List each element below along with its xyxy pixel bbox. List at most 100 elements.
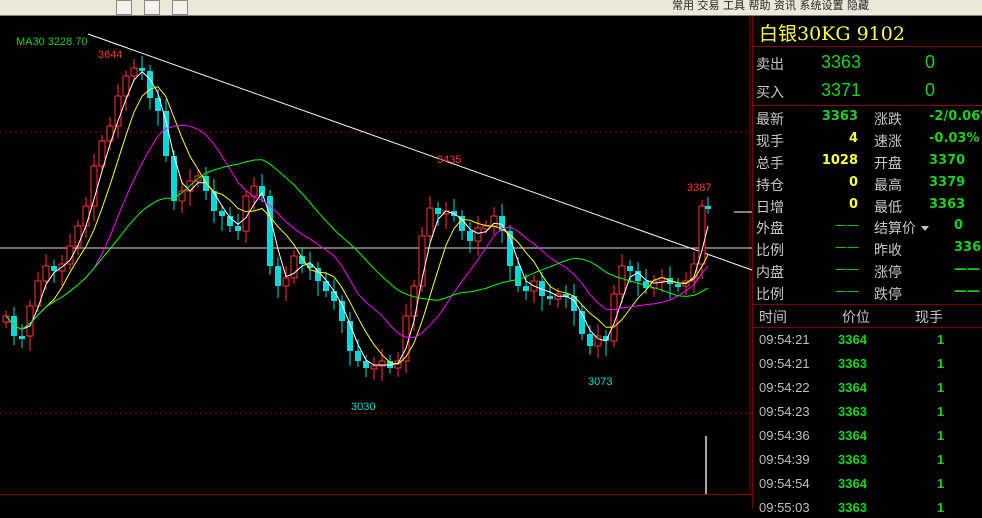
- candle-body: [66, 245, 74, 265]
- stat-value: ——: [835, 284, 859, 298]
- tick-row[interactable]: 09:55:03 3363 1: [753, 498, 982, 518]
- stats-row: 总手 1028 开盘 3370: [753, 153, 982, 173]
- candle-body: [315, 268, 321, 281]
- stat-value: 0: [954, 218, 964, 233]
- buy-row[interactable]: 买入 3371 0: [753, 80, 982, 104]
- tick-time: 09:54:54: [759, 476, 810, 491]
- buy-volume: 0: [925, 80, 936, 100]
- tick-price: 3363: [838, 452, 867, 467]
- stats-row-2: 比例 —— 跌停 ——: [753, 284, 982, 304]
- tick-row[interactable]: 09:54:23 3363 1: [753, 402, 982, 422]
- candle-body: [51, 266, 57, 271]
- tick-row[interactable]: 09:54:21 3364 1: [753, 330, 982, 350]
- ma30-line: [5, 159, 709, 330]
- stats-row: 现手 4 速涨 -0.03%: [753, 131, 982, 151]
- stat-value: 3370: [929, 153, 966, 168]
- candle-body: [594, 335, 602, 347]
- stat-value: ——: [835, 240, 859, 254]
- tick-volume: 1: [937, 476, 945, 491]
- separator: [753, 327, 982, 328]
- tick-row[interactable]: 09:54:21 3363 1: [753, 354, 982, 374]
- high-annotation-2: 3435: [437, 154, 462, 166]
- candle-body: [482, 225, 490, 230]
- stat-label: 现手: [756, 134, 784, 150]
- candle-body: [698, 205, 706, 265]
- settle-dropdown-icon[interactable]: [921, 226, 929, 231]
- quote-panel: 白银30KG 9102 卖出 3363 0 买入 3371 0 时间 价位 现手…: [752, 16, 982, 515]
- stats-row: 日增 0 最低 3363: [753, 197, 982, 217]
- candle-body: [435, 208, 441, 214]
- candle-body: [331, 291, 337, 301]
- sell-price: 3363: [821, 52, 862, 72]
- buy-price: 3371: [821, 80, 862, 100]
- tick-row[interactable]: 09:54:22 3364 1: [753, 378, 982, 398]
- tick-volume: 1: [937, 452, 945, 467]
- stat-value: 4: [848, 131, 858, 146]
- candle-body: [235, 226, 241, 231]
- candle-body: [523, 286, 529, 291]
- candle-body: [259, 186, 265, 196]
- ma30-label: MA30 3228.70: [16, 36, 88, 48]
- candle-body: [42, 265, 50, 282]
- stats-row: 最新 3363 涨跌 -2/0.06%: [753, 109, 982, 129]
- tick-price: 3363: [838, 356, 867, 371]
- chart-bottom-strip: [0, 494, 752, 509]
- stat-label: 最低: [874, 200, 902, 216]
- ticks-header: 时间 价位 现手: [753, 306, 982, 326]
- tick-time: 09:54:36: [759, 428, 810, 443]
- stat-label: 涨跌: [874, 112, 902, 128]
- candle-body: [82, 205, 90, 227]
- candlestick-chart[interactable]: MA30 3228.70 3644 3435 3387 3030 3073: [0, 16, 752, 494]
- stat-label: 跌停: [874, 287, 902, 303]
- tick-time: 09:54:21: [759, 332, 810, 347]
- tick-time: 09:54:21: [759, 356, 810, 371]
- stat-label: 开盘: [874, 156, 902, 172]
- ma5-line: [5, 71, 709, 366]
- tick-time: 09:54:22: [759, 380, 810, 395]
- candle-body: [370, 365, 378, 370]
- stat-label: 最高: [874, 178, 902, 194]
- candle-body: [219, 211, 225, 216]
- candle-body: [267, 196, 273, 266]
- stat-value: 3379: [929, 175, 966, 190]
- candle-body: [130, 67, 138, 77]
- stat-label: 最新: [756, 112, 784, 128]
- tick-price: 3363: [838, 404, 867, 419]
- high-annotation-3: 3387: [687, 182, 712, 194]
- stat-value: ——: [835, 262, 859, 276]
- candle-body: [618, 265, 626, 295]
- candle-body: [627, 266, 633, 271]
- stat-value: 0: [848, 197, 858, 212]
- candle-body: [275, 266, 281, 286]
- chart-canvas: [0, 16, 752, 494]
- low-annotation-2: 3073: [588, 376, 613, 388]
- tick-volume: 1: [937, 404, 945, 419]
- stat-value: -0.03%: [929, 131, 980, 146]
- candle-body: [474, 227, 482, 242]
- tick-time: 09:54:39: [759, 452, 810, 467]
- stats-row: 持仓 0 最高 3379: [753, 175, 982, 195]
- stat-label: 外盘: [756, 221, 784, 237]
- candle-body: [705, 206, 711, 209]
- tick-volume: 1: [937, 356, 945, 371]
- stat-value: 3363: [821, 109, 858, 124]
- toolbar-menu[interactable]: 常用 交易 工具 帮助 资讯 系统设置 隐藏: [672, 0, 869, 13]
- tick-row[interactable]: 09:54:39 3363 1: [753, 450, 982, 470]
- tick-row[interactable]: 09:54:36 3364 1: [753, 426, 982, 446]
- toolbar: 常用 交易 工具 帮助 资讯 系统设置 隐藏: [0, 0, 982, 16]
- candle-body: [547, 296, 553, 299]
- candle-body: [587, 334, 593, 346]
- tick-row[interactable]: 09:54:54 3364 1: [753, 474, 982, 494]
- sell-row[interactable]: 卖出 3363 0: [753, 52, 982, 76]
- toolbar-button-1[interactable]: [116, 0, 132, 15]
- candle-body: [363, 361, 369, 368]
- toolbar-button-3[interactable]: [172, 0, 188, 15]
- low-annotation-1: 3030: [351, 401, 376, 413]
- stat-label: 结算价: [874, 221, 916, 237]
- contract-title: 白银30KG 9102: [759, 23, 905, 45]
- separator: [753, 46, 982, 47]
- toolbar-button-2[interactable]: [144, 0, 160, 15]
- ma20-line: [5, 124, 709, 339]
- stat-label: 昨收: [874, 243, 902, 259]
- stat-value: ——: [954, 262, 980, 277]
